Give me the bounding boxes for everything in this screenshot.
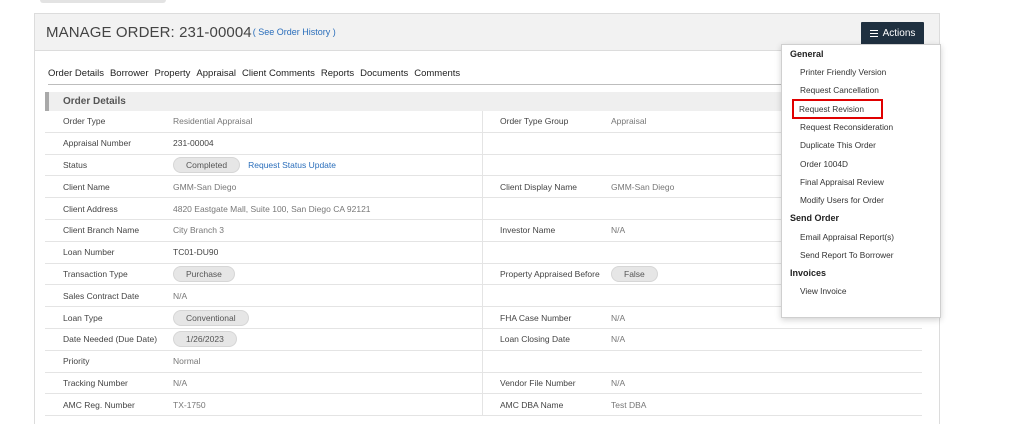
field-value: N/A [611,225,626,236]
field-value: GMM-San Diego [173,181,237,192]
menu-item-order-1004d[interactable]: Order 1004D [782,154,940,172]
menu-item-email-appraisal-reports[interactable]: Email Appraisal Report(s) [782,227,940,245]
tab-comments[interactable]: Comments [414,68,460,79]
field-value: N/A [611,334,626,345]
top-tab-stub [40,0,166,3]
field-label: Client Name [63,181,110,192]
field-label: Loan Number [63,247,115,258]
table-row: Date Needed (Due Date) 1/26/2023 Loan Clo… [45,328,922,351]
field-value: Residential Appraisal [173,116,253,127]
field-label: Sales Contract Date [63,290,140,301]
field-label: Investor Name [500,225,556,236]
menu-item-modify-users-for-order[interactable]: Modify Users for Order [782,191,940,209]
menu-group-general: General [790,49,824,59]
menu-item-view-invoice[interactable]: View Invoice [782,282,940,300]
actions-button-label: Actions [882,28,916,39]
tab-property[interactable]: Property [155,68,191,79]
status-badge: Completed [173,156,241,173]
field-value: Test DBA [611,399,647,410]
field-label: Order Type Group [500,116,569,127]
hamburger-icon [869,29,878,38]
field-value: Appraisal [611,116,647,127]
menu-item-request-reconsideration[interactable]: Request Reconsideration [782,118,940,136]
table-row: Priority Normal [45,350,922,373]
page-title: MANAGE ORDER: 231-00004 [46,23,252,41]
field-label: Tracking Number [63,377,128,388]
table-row: AMC Reg. Number TX-1750 AMC DBA Name Test … [45,394,922,417]
field-label: Transaction Type [63,268,128,279]
transaction-type-badge: Purchase [173,265,235,282]
tab-client-comments[interactable]: Client Comments [242,68,315,79]
field-label: Appraisal Number [63,138,132,149]
field-value: N/A [173,290,188,301]
appraised-before-badge: False [611,265,658,282]
field-value: N/A [173,377,188,388]
field-value: 4820 Eastgate Mall, Suite 100, San Diego… [173,203,371,214]
request-status-update-link[interactable]: Request Status Update [248,160,336,170]
menu-item-request-revision[interactable]: Request Revision [792,98,883,119]
field-label: Vendor File Number [500,377,576,388]
field-label: Loan Type [63,312,103,323]
menu-item-send-report-to-borrower[interactable]: Send Report To Borrower [782,246,940,264]
field-value: GMM-San Diego [611,181,675,192]
field-label: Client Address [63,203,118,214]
tab-documents[interactable]: Documents [360,68,408,79]
due-date-badge: 1/26/2023 [173,331,237,348]
field-label: Loan Closing Date [500,334,570,345]
field-label: Priority [63,356,90,367]
tab-reports[interactable]: Reports [321,68,354,79]
table-row: Tracking Number N/A Vendor File Number N/A [45,372,922,395]
field-label: Property Appraised Before [500,268,600,279]
menu-item-duplicate-this-order[interactable]: Duplicate This Order [782,136,940,154]
menu-group-invoices: Invoices [790,267,827,278]
field-label: Client Branch Name [63,225,140,236]
field-label: Order Type [63,116,106,127]
actions-dropdown-menu: General Printer Friendly Version Request… [781,44,941,318]
loan-type-badge: Conventional [173,309,249,326]
field-value: N/A [611,377,626,388]
field-label: Status [63,159,88,170]
field-value: TX-1750 [173,399,206,410]
field-value: City Branch 3 [173,225,225,236]
field-value: Normal [173,356,201,367]
field-label: Date Needed (Due Date) [63,334,158,345]
field-value: TC01-DU90 [173,247,219,258]
menu-item-final-appraisal-review[interactable]: Final Appraisal Review [782,173,940,191]
actions-button[interactable]: Actions [861,22,924,45]
field-label: Client Display Name [500,181,577,192]
tab-order-details[interactable]: Order Details [48,68,104,79]
menu-item-request-cancellation[interactable]: Request Cancellation [782,81,940,99]
field-value: 231-00004 [173,138,214,149]
field-label: AMC DBA Name [500,399,564,410]
field-label: AMC Reg. Number [63,399,135,410]
field-value: N/A [611,312,626,323]
tab-borrower[interactable]: Borrower [110,68,149,79]
field-label: FHA Case Number [500,312,572,323]
menu-item-printer-friendly-version[interactable]: Printer Friendly Version [782,63,940,81]
tab-appraisal[interactable]: Appraisal [196,68,236,79]
menu-group-send-order: Send Order [790,213,840,224]
see-order-history-link[interactable]: ( See Order History ) [253,27,336,37]
